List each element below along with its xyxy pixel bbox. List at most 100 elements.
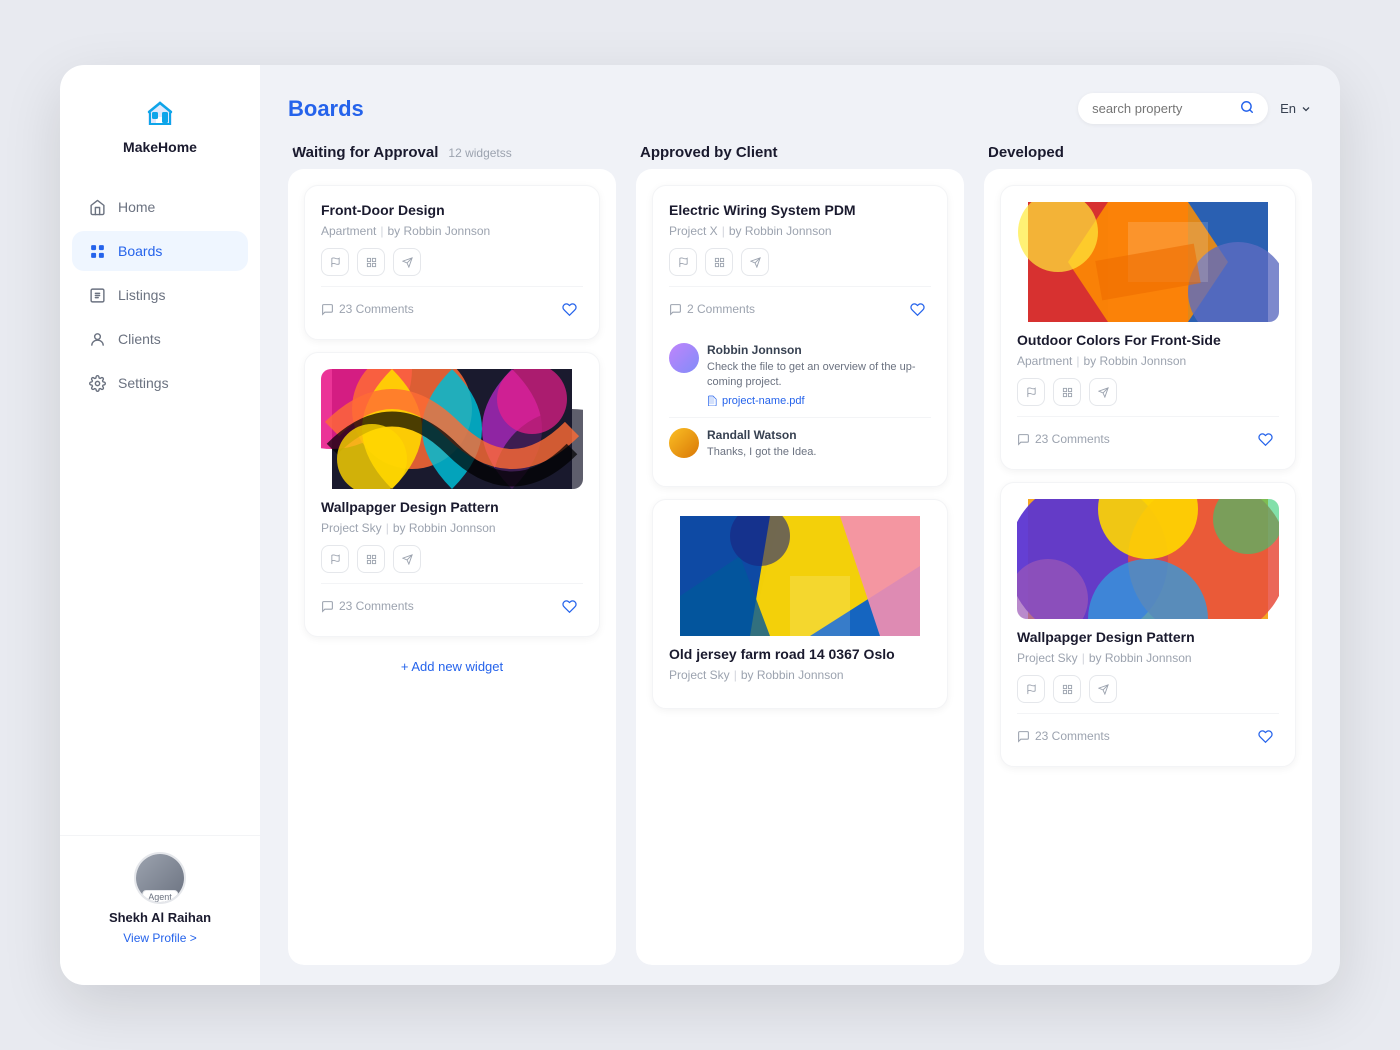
main-content: Boards En xyxy=(260,65,1340,985)
card-footer: 23 Comments xyxy=(321,583,583,620)
card-title: Wallpapger Design Pattern xyxy=(1017,629,1279,645)
card-wallpaper-circles: Wallpapger Design Pattern Project Sky | … xyxy=(1000,482,1296,767)
add-widget-button[interactable]: + Add new widget xyxy=(304,649,600,684)
listings-icon xyxy=(88,286,106,304)
send-btn[interactable] xyxy=(393,545,421,573)
colorful-art xyxy=(1017,202,1279,322)
card-icons xyxy=(321,248,583,276)
pattern-art xyxy=(321,369,583,489)
comment-avatar xyxy=(669,343,699,373)
comment-user: Randall Watson Thanks, I got the Idea. xyxy=(669,428,931,460)
sidebar-item-settings[interactable]: Settings xyxy=(72,363,248,403)
comment-avatar xyxy=(669,428,699,458)
grid-btn[interactable] xyxy=(357,545,385,573)
flag-btn[interactable] xyxy=(1017,675,1045,703)
boards-icon xyxy=(88,242,106,260)
column-developed-inner: Outdoor Colors For Front-Side Apartment … xyxy=(984,169,1312,965)
grid-btn[interactable] xyxy=(705,248,733,276)
avatar: Agent xyxy=(134,852,186,904)
like-button[interactable] xyxy=(555,592,583,620)
sidebar-item-label-listings: Listings xyxy=(118,287,165,303)
comment-text: Check the file to get an overview of the… xyxy=(707,360,931,391)
app-window: MakeHome Home Boards xyxy=(60,65,1340,985)
column-waiting-inner: Front-Door Design Apartment | by Robbin … xyxy=(288,169,616,965)
agent-badge: Agent xyxy=(142,890,178,904)
sidebar-item-home[interactable]: Home xyxy=(72,187,248,227)
card-image-circles xyxy=(1017,499,1279,619)
comment-content: Robbin Jonnson Check the file to get an … xyxy=(707,343,931,407)
like-button[interactable] xyxy=(903,295,931,323)
sidebar: MakeHome Home Boards xyxy=(60,65,260,985)
flag-btn[interactable] xyxy=(669,248,697,276)
logo-area: MakeHome xyxy=(60,93,260,187)
flag-btn[interactable] xyxy=(1017,378,1045,406)
card-footer: 2 Comments xyxy=(669,286,931,323)
nav-menu: Home Boards Listings xyxy=(60,187,260,835)
card-wallpaper-pattern: Wallpapger Design Pattern Project Sky | … xyxy=(304,352,600,637)
col-title-developed: Developed xyxy=(988,144,1064,161)
card-oslo: Old jersey farm road 14 0367 Oslo Projec… xyxy=(652,499,948,709)
top-right-controls: En xyxy=(1078,93,1312,124)
card-meta: Apartment | by Robbin Jonnson xyxy=(321,224,583,238)
grid-btn[interactable] xyxy=(1053,675,1081,703)
column-approved-inner: Electric Wiring System PDM Project X | b… xyxy=(636,169,964,965)
sidebar-item-label-home: Home xyxy=(118,199,155,215)
commenter-name: Robbin Jonnson xyxy=(707,343,931,357)
search-icon[interactable] xyxy=(1240,100,1254,117)
card-footer: 23 Comments xyxy=(1017,713,1279,750)
sidebar-item-label-boards: Boards xyxy=(118,243,162,259)
send-btn[interactable] xyxy=(1089,675,1117,703)
send-btn[interactable] xyxy=(1089,378,1117,406)
commenter-name: Randall Watson xyxy=(707,428,931,442)
card-meta: Project X | by Robbin Jonnson xyxy=(669,224,931,238)
card-outdoor-colors: Outdoor Colors For Front-Side Apartment … xyxy=(1000,185,1296,470)
comments-count: 23 Comments xyxy=(321,302,414,316)
card-footer: 23 Comments xyxy=(321,286,583,323)
boards-area: Waiting for Approval 12 widgetss Front-D… xyxy=(288,144,1312,965)
view-profile-link[interactable]: View Profile > xyxy=(123,931,196,945)
app-name: MakeHome xyxy=(123,139,197,155)
comment-content: Randall Watson Thanks, I got the Idea. xyxy=(707,428,931,460)
circles-art xyxy=(1017,499,1279,619)
search-input[interactable] xyxy=(1092,101,1232,116)
grid-btn[interactable] xyxy=(357,248,385,276)
col-title-waiting: Waiting for Approval xyxy=(292,144,438,161)
column-developed: Developed xyxy=(984,144,1312,965)
card-title: Old jersey farm road 14 0367 Oslo xyxy=(669,646,931,662)
like-button[interactable] xyxy=(1251,425,1279,453)
card-icons xyxy=(1017,675,1279,703)
card-title: Outdoor Colors For Front-Side xyxy=(1017,332,1279,348)
oslo-art xyxy=(669,516,931,636)
sidebar-item-label-settings: Settings xyxy=(118,375,169,391)
search-box[interactable] xyxy=(1078,93,1268,124)
settings-icon xyxy=(88,374,106,392)
like-button[interactable] xyxy=(1251,722,1279,750)
card-front-door: Front-Door Design Apartment | by Robbin … xyxy=(304,185,600,340)
comments-count: 23 Comments xyxy=(1017,432,1110,446)
column-approved: Approved by Client Electric Wiring Syste… xyxy=(636,144,964,965)
card-icons xyxy=(321,545,583,573)
like-button[interactable] xyxy=(555,295,583,323)
card-meta: Project Sky | by Robbin Jonnson xyxy=(321,521,583,535)
comment-user: Robbin Jonnson Check the file to get an … xyxy=(669,343,931,407)
sidebar-item-boards[interactable]: Boards xyxy=(72,231,248,271)
sidebar-item-listings[interactable]: Listings xyxy=(72,275,248,315)
file-link[interactable]: project-name.pdf xyxy=(707,395,931,407)
user-info: Agent Shekh Al Raihan View Profile > xyxy=(80,852,240,945)
card-icons xyxy=(669,248,931,276)
flag-btn[interactable] xyxy=(321,248,349,276)
flag-btn[interactable] xyxy=(321,545,349,573)
send-btn[interactable] xyxy=(393,248,421,276)
card-meta: Project Sky | by Robbin Jonnson xyxy=(669,668,931,682)
language-selector[interactable]: En xyxy=(1280,101,1312,116)
home-icon xyxy=(88,198,106,216)
card-image-oslo xyxy=(669,516,931,636)
card-title: Electric Wiring System PDM xyxy=(669,202,931,218)
send-btn[interactable] xyxy=(741,248,769,276)
grid-btn[interactable] xyxy=(1053,378,1081,406)
sidebar-item-clients[interactable]: Clients xyxy=(72,319,248,359)
card-image-pattern xyxy=(321,369,583,489)
card-icons xyxy=(1017,378,1279,406)
comments-count: 23 Comments xyxy=(1017,729,1110,743)
card-title: Wallpapger Design Pattern xyxy=(321,499,583,515)
